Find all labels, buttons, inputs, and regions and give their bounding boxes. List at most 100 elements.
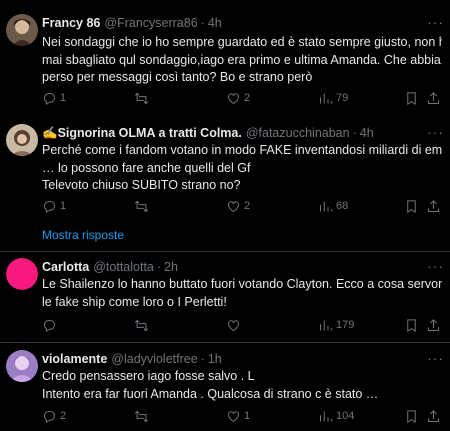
bookmark-icon	[407, 199, 416, 213]
avatar[interactable]	[6, 350, 38, 382]
views-icon	[320, 320, 333, 330]
reply-button[interactable]	[42, 315, 60, 335]
reply-button[interactable]: 2	[42, 406, 66, 426]
views-icon	[320, 93, 333, 103]
divider	[0, 342, 450, 343]
user-handle[interactable]: @tottalotta	[93, 260, 154, 274]
views-button[interactable]: 104	[318, 406, 354, 426]
retweet-icon	[134, 319, 149, 331]
show-replies-link[interactable]: Mostra risposte	[42, 228, 124, 242]
share-icon	[428, 199, 439, 212]
timestamp[interactable]: 1h	[208, 352, 222, 366]
text-line: Perché come i fandom votano in modo FAKE…	[42, 143, 442, 157]
views-button[interactable]: 79	[318, 88, 348, 108]
reply-count: 1	[60, 200, 67, 212]
reply-count: 1	[60, 92, 67, 104]
views-icon	[320, 201, 333, 211]
like-button[interactable]: 1	[226, 406, 250, 426]
user-handle[interactable]: @ladyvioletfree	[111, 352, 197, 366]
views-button[interactable]: 68	[318, 196, 348, 216]
tweet-text: Nei sondaggi che io ho sempre guardato e…	[42, 34, 442, 87]
separator: ·	[156, 260, 162, 274]
views-button[interactable]: 179	[318, 315, 354, 335]
display-name[interactable]: ✍️Signorina OLMA a tratti Colma.	[42, 126, 242, 141]
text-line: perso per messaggi così tanto? Bo e stra…	[42, 70, 313, 84]
display-name[interactable]: violamente	[42, 352, 107, 366]
more-icon[interactable]: ···	[427, 124, 444, 140]
text-line: Nei sondaggi che io ho sempre guardato e…	[42, 35, 442, 49]
timestamp[interactable]: 4h	[360, 126, 374, 140]
display-name[interactable]: Carlotta	[42, 260, 89, 274]
reply-count: 2	[60, 410, 67, 422]
heart-icon	[228, 200, 239, 212]
tweet-text: Le Shailenzo lo hanno buttato fuori vota…	[42, 276, 442, 311]
separator: ·	[200, 16, 205, 30]
bookmark-button[interactable]	[404, 196, 419, 216]
action-bar: 1 2 79	[42, 88, 442, 108]
retweet-button[interactable]	[134, 88, 152, 108]
retweet-button[interactable]	[134, 196, 152, 216]
more-icon[interactable]: ···	[427, 258, 444, 274]
heart-icon	[228, 319, 239, 331]
text-line: Le Shailenzo lo hanno buttato fuori vota…	[42, 277, 442, 291]
action-bar: 179	[42, 315, 442, 335]
share-button[interactable]	[426, 88, 441, 108]
retweet-button[interactable]	[134, 315, 152, 335]
bookmark-button[interactable]	[404, 406, 419, 426]
retweet-icon	[134, 200, 149, 212]
action-bar: 1 2 68	[42, 196, 442, 216]
text-line: Intento era far fuori Amanda . Qualcosa …	[42, 386, 379, 401]
text-line: … lo possono fare anche quelli del Gf	[42, 160, 251, 175]
reply-icon	[44, 319, 55, 332]
bookmark-icon	[407, 409, 416, 423]
retweet-icon	[134, 92, 149, 104]
heart-icon	[228, 410, 239, 422]
action-bar: 2 1 104	[42, 406, 442, 426]
share-button[interactable]	[426, 406, 441, 426]
text-line: mai sbagliato qul sondaggio,iago era pri…	[42, 52, 441, 67]
reply-icon	[44, 92, 55, 105]
share-icon	[428, 318, 439, 331]
separator: ·	[352, 126, 357, 140]
text-line: Televoto chiuso SUBITO strano no?	[42, 178, 241, 192]
avatar[interactable]	[6, 258, 38, 290]
like-button[interactable]: 2	[226, 196, 250, 216]
reply-button[interactable]: 1	[42, 196, 66, 216]
share-icon	[428, 409, 439, 422]
heart-icon	[228, 92, 239, 104]
bookmark-button[interactable]	[404, 315, 419, 335]
share-button[interactable]	[426, 315, 441, 335]
avatar[interactable]	[6, 14, 38, 46]
views-count: 68	[336, 200, 349, 212]
reply-icon	[44, 200, 55, 213]
retweet-button[interactable]	[134, 406, 152, 426]
share-button[interactable]	[426, 196, 441, 216]
separator: ·	[200, 352, 205, 366]
views-count: 179	[336, 319, 355, 331]
bookmark-icon	[407, 91, 416, 105]
timestamp[interactable]: 4h	[208, 16, 222, 30]
views-icon	[320, 411, 333, 421]
like-count: 2	[244, 92, 251, 104]
views-count: 104	[336, 410, 355, 422]
avatar[interactable]	[6, 124, 38, 156]
like-button[interactable]	[226, 315, 244, 335]
like-count: 1	[244, 410, 251, 422]
more-icon[interactable]: ···	[427, 14, 444, 30]
user-handle[interactable]: @fatazucchinaban	[246, 126, 350, 140]
bookmark-button[interactable]	[404, 88, 419, 108]
reply-button[interactable]: 1	[42, 88, 66, 108]
bookmark-icon	[407, 318, 416, 332]
user-handle[interactable]: @Francyserra86	[104, 16, 197, 30]
text-line: le fake ship come loro o I Perletti!	[42, 294, 227, 309]
timestamp[interactable]: 2h	[164, 260, 178, 274]
like-button[interactable]: 2	[226, 88, 250, 108]
text-line: Credo pensassero iago fosse salvo . L	[42, 369, 255, 383]
more-icon[interactable]: ···	[427, 350, 444, 366]
like-count: 2	[244, 200, 251, 212]
reply-icon	[44, 410, 55, 423]
tweet-text: Perché come i fandom votano in modo FAKE…	[42, 142, 442, 195]
views-count: 79	[336, 92, 349, 104]
display-name[interactable]: Francy 86	[42, 16, 100, 30]
retweet-icon	[134, 410, 149, 422]
